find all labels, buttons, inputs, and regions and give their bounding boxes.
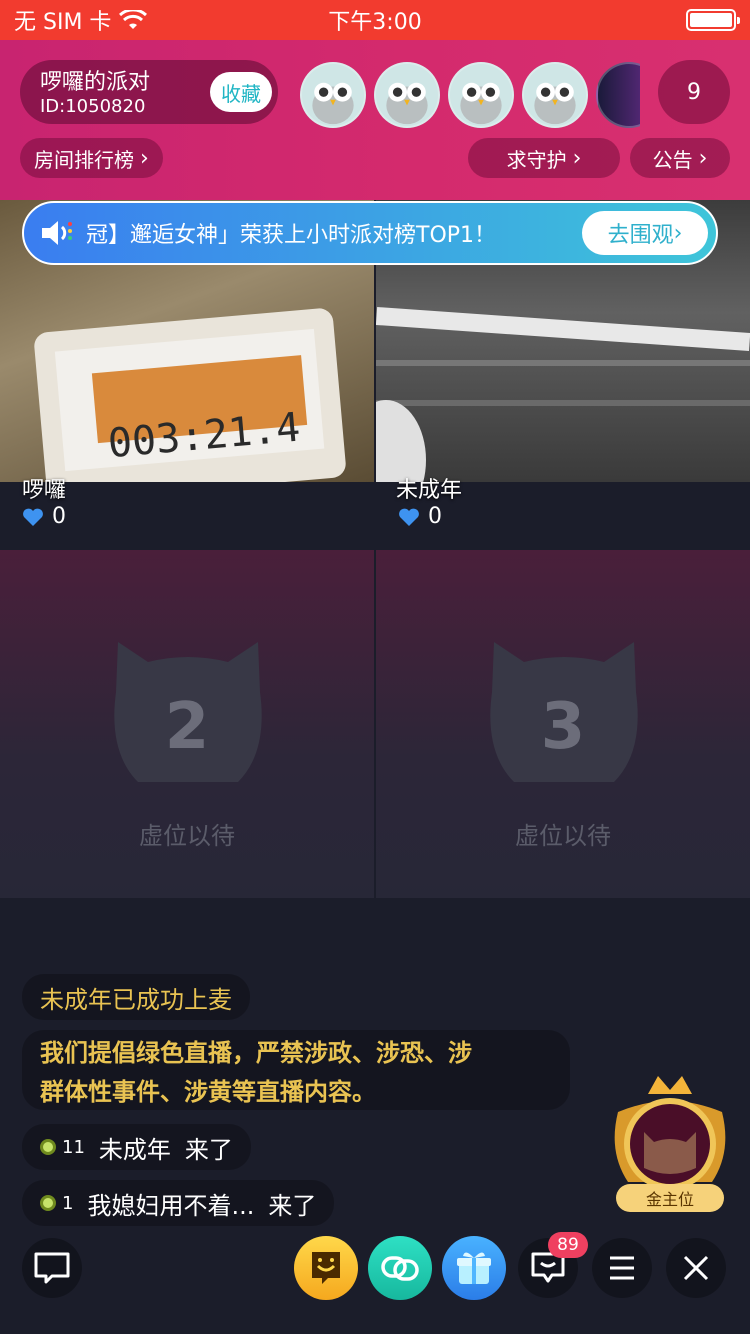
room-id: ID:1050820: [40, 96, 146, 117]
notice-label: 公告: [652, 147, 693, 172]
gift-icon: [457, 1252, 491, 1284]
room-info-card[interactable]: 啰囉的派对 ID:1050820 收藏: [20, 60, 278, 124]
close-icon: [683, 1255, 709, 1281]
favorite-button[interactable]: 收藏: [210, 72, 272, 112]
audience-avatars: [300, 62, 640, 128]
notice-button[interactable]: 公告 ›: [630, 138, 730, 178]
gold-seat-label: 金主位: [645, 1190, 694, 1209]
notice-line-2: 群体性事件、涉黄等直播内容。: [40, 1078, 376, 1106]
chat-bubble-icon: [34, 1252, 70, 1284]
chat-notice: 我们提倡绿色直播，严禁涉政、涉恐、涉 群体性事件、涉黄等直播内容。: [22, 1030, 570, 1110]
marquee-text: 冠】邂逅女神」荣获上小时派对榜TOP1！: [86, 223, 497, 248]
link-mic-button[interactable]: [368, 1236, 432, 1300]
seat-number: 2: [164, 690, 210, 764]
watch-button-label: 去围观: [607, 223, 674, 248]
audience-avatar[interactable]: [522, 62, 588, 128]
seat-2-hearts: 0: [398, 504, 442, 529]
close-button[interactable]: [666, 1238, 726, 1298]
chat-message[interactable]: 11 未成年 来了: [22, 1124, 251, 1170]
audience-avatar[interactable]: [596, 62, 640, 128]
user-level-badge: 11: [40, 1137, 85, 1158]
emoji-button[interactable]: [294, 1236, 358, 1300]
carrier-label: 无 SIM 卡: [14, 10, 112, 35]
chat-action: 来了: [184, 1135, 233, 1164]
seat-1-name: 啰囉: [22, 478, 67, 503]
seat-number: 3: [540, 690, 586, 764]
room-name: 啰囉的派对: [40, 70, 151, 95]
gift-button[interactable]: [442, 1236, 506, 1300]
speaker-icon: [42, 221, 72, 245]
chat-username[interactable]: 未成年: [99, 1130, 171, 1165]
room-header: 啰囉的派对 ID:1050820 收藏 9 房间排行榜 › 求守护 › 公告 ›: [0, 40, 750, 200]
heart-icon: [23, 508, 43, 526]
wifi-icon: [119, 10, 148, 29]
smile-face-icon: [312, 1252, 340, 1284]
mic-seat-empty-2[interactable]: 2 虚位以待: [0, 550, 374, 898]
mic-seat-empty-3[interactable]: 3 虚位以待: [376, 550, 750, 898]
seat-2-heart-count: 0: [428, 504, 442, 529]
seat-1-heart-count: 0: [52, 504, 66, 529]
chat-system-message: 未成年已成功上麦: [22, 974, 250, 1020]
chat-input-button[interactable]: [22, 1238, 82, 1298]
online-count[interactable]: 9: [658, 60, 730, 124]
user-level-badge: 1: [40, 1193, 73, 1214]
system-join-text: 未成年已成功上麦: [40, 985, 232, 1014]
status-bar: 无 SIM 卡 下午3:00: [0, 0, 750, 40]
seat-1-hearts: 0: [22, 504, 66, 529]
chevron-right-icon: ›: [572, 145, 582, 171]
room-ranking-button[interactable]: 房间排行榜 ›: [20, 138, 163, 178]
chevron-right-icon: ›: [673, 220, 683, 246]
room-ranking-label: 房间排行榜: [34, 147, 134, 172]
menu-button[interactable]: [592, 1238, 652, 1298]
audience-avatar[interactable]: [300, 62, 366, 128]
guard-button[interactable]: 求守护 ›: [468, 138, 620, 178]
watch-button[interactable]: 去围观 ›: [582, 211, 708, 255]
chat-message[interactable]: 1 我媳妇用不着... 来了: [22, 1180, 335, 1226]
seat-status: 虚位以待: [139, 822, 235, 850]
battery-icon: [686, 9, 740, 31]
seat-status: 虚位以待: [515, 822, 611, 850]
link-icon: [381, 1256, 419, 1281]
seat-2-name: 未成年: [396, 478, 463, 503]
announcement-marquee[interactable]: 冠】邂逅女神」荣获上小时派对榜TOP1！ 去围观 ›: [22, 201, 718, 265]
chat-action: 来了: [268, 1191, 317, 1220]
chevron-right-icon: ›: [698, 145, 708, 171]
chat-username[interactable]: 我媳妇用不着...: [87, 1186, 254, 1221]
message-badge: 89: [548, 1232, 588, 1258]
audience-avatar[interactable]: [448, 62, 514, 128]
chevron-right-icon: ›: [140, 145, 149, 171]
gold-patron-seat[interactable]: 金主位: [608, 1072, 732, 1216]
menu-icon: [610, 1256, 634, 1280]
notice-line-1: 我们提倡绿色直播，严禁涉政、涉恐、涉: [40, 1039, 472, 1067]
heart-icon: [399, 508, 419, 526]
audience-avatar[interactable]: [374, 62, 440, 128]
guard-label: 求守护: [506, 147, 567, 172]
